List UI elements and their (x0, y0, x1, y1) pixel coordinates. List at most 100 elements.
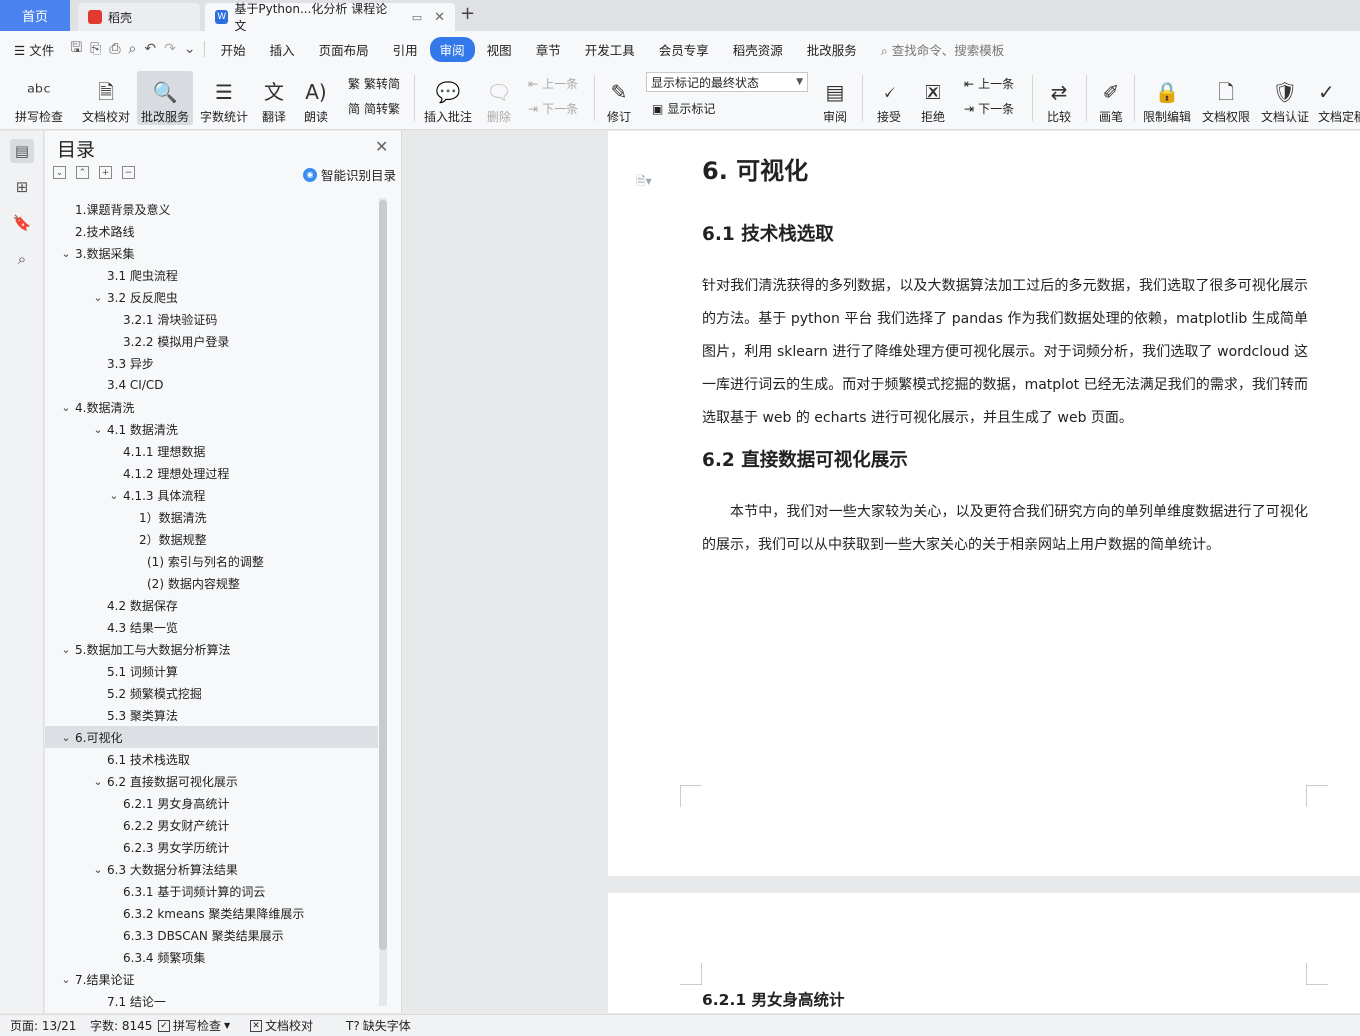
toc-item[interactable]: 3.2.2 模拟用户登录 (45, 330, 378, 352)
toc-item[interactable]: 1.课题背景及意义 (45, 198, 378, 220)
menu-review-service[interactable]: 批改服务 (795, 40, 869, 59)
tab-home[interactable]: 首页 (0, 0, 70, 31)
translate-button[interactable]: 文翻译 (256, 71, 292, 125)
doc-final-button[interactable]: ✓ 文档定稿 (1318, 71, 1360, 125)
toc-item[interactable]: 1）数据清洗 (45, 506, 378, 528)
undo-icon[interactable]: ↶ (140, 41, 160, 57)
toc-item[interactable]: ⌄ 6.3 大数据分析算法结果 (45, 858, 378, 880)
paragraph-tech-stack[interactable]: 针对我们清洗获得的多列数据，以及大数据算法加工过后的多元数据，我们选取了很多可视… (702, 270, 1308, 435)
save-icon[interactable]: 🖫 (66, 37, 86, 61)
chapter-nav-icon[interactable]: ⊞ (10, 175, 34, 199)
menu-devtools[interactable]: 开发工具 (573, 40, 647, 59)
chevron-down-icon[interactable]: ⌄ (59, 401, 73, 414)
toc-item[interactable]: 3.3 异步 (45, 352, 378, 374)
read-aloud-button[interactable]: A) 朗读 (298, 71, 334, 125)
heading-6-1[interactable]: 6.1 技术栈选取 (702, 220, 834, 246)
doc-permission-button[interactable]: 🗋 文档权限 (1199, 71, 1253, 125)
review-pane-button[interactable]: ▤ 审阅 (816, 71, 854, 125)
toc-item[interactable]: 4.3 结果一览 (45, 616, 378, 638)
preview-icon[interactable]: ⌕ (125, 41, 141, 57)
toc-item[interactable]: 4.1.1 理想数据 (45, 440, 378, 462)
menu-layout[interactable]: 页面布局 (307, 40, 381, 59)
status-spellcheck[interactable]: ✓ 拼写检查 ▼ (158, 1017, 230, 1034)
window-icon[interactable]: ▭ (412, 11, 422, 24)
prev-change-button[interactable]: ⇤ 上一条 (964, 75, 1014, 92)
doc-certify-button[interactable]: 🛡 文档认证 (1258, 71, 1312, 125)
compare-button[interactable]: ⇄ 比较 (1040, 71, 1078, 125)
toc-item[interactable]: 6.2.2 男女财产统计 (45, 814, 378, 836)
toc-nav-icon[interactable]: ▤ (10, 139, 34, 163)
file-menu[interactable]: ☰ 文件 (0, 40, 66, 59)
missing-font-button[interactable]: T? 缺失字体 (346, 1017, 411, 1034)
command-search[interactable]: ⌕ 查找命令、搜索模板 (869, 40, 1017, 59)
review-service-button[interactable]: 🔍 批改服务 (137, 71, 193, 125)
restrict-edit-button[interactable]: 🔒 限制编辑 (1140, 71, 1194, 125)
menu-insert[interactable]: 插入 (258, 40, 307, 59)
menu-daoke-resources[interactable]: 稻壳资源 (721, 40, 795, 59)
toc-item[interactable]: 3.2.1 滑块验证码 (45, 308, 378, 330)
paragraph-menu-icon[interactable]: 🗎▾ (636, 172, 652, 193)
toc-item[interactable]: ⌄ 5.数据加工与大数据分析算法 (45, 638, 378, 660)
show-markup-button[interactable]: ▣ 显示标记 (652, 100, 715, 117)
redo-icon[interactable]: ↷ (160, 41, 180, 57)
toc-item[interactable]: 3.4 CI/CD (45, 374, 378, 396)
toc-item[interactable]: 2.技术路线 (45, 220, 378, 242)
toc-item[interactable]: 6.3.3 DBSCAN 聚类结果展示 (45, 924, 378, 946)
toc-item[interactable]: (2) 数据内容规整 (45, 572, 378, 594)
smart-toc-button[interactable]: ◉ 智能识别目录 (303, 165, 396, 184)
toc-item[interactable]: (1) 索引与列名的调整 (45, 550, 378, 572)
doc-check-button[interactable]: 🗎 文档校对 (78, 71, 134, 125)
toc-item[interactable]: 6.1 技术栈选取 (45, 748, 378, 770)
toc-item[interactable]: ⌄ 4.1 数据清洗 (45, 418, 378, 440)
toc-item[interactable]: 7.1 结论一 (45, 990, 378, 1009)
paragraph-direct-visualization[interactable]: 本节中，我们对一些大家较为关心，以及更符合我们研究方向的单列单维度数据进行了可视… (702, 496, 1308, 562)
more-icon[interactable]: ⌄ (180, 41, 200, 57)
search-icon[interactable]: ⌕ (10, 247, 34, 271)
chevron-down-icon[interactable]: ⌄ (59, 731, 73, 744)
toc-item[interactable]: 5.2 频繁模式挖掘 (45, 682, 378, 704)
prev-comment-button[interactable]: ⇤ 上一条 (528, 75, 578, 92)
menu-start[interactable]: 开始 (209, 40, 258, 59)
toc-item[interactable]: 6.3.2 kmeans 聚类结果降维展示 (45, 902, 378, 924)
menu-chapter[interactable]: 章节 (524, 40, 573, 59)
insert-comment-button[interactable]: 💬 插入批注 (420, 71, 476, 125)
chevron-down-icon[interactable]: ⌄ (91, 775, 105, 788)
toc-item[interactable]: 5.1 词频计算 (45, 660, 378, 682)
close-tab-icon[interactable]: ✕ (434, 10, 445, 25)
page-indicator[interactable]: 页面: 13/21 (10, 1017, 76, 1034)
tab-daoke[interactable]: 稻壳 (78, 3, 200, 31)
add-level-icon[interactable]: + (99, 166, 112, 179)
toc-item[interactable]: 6.3.1 基于词频计算的词云 (45, 880, 378, 902)
chevron-down-icon[interactable]: ⌄ (91, 291, 105, 304)
print-icon[interactable]: ⎙ (105, 41, 124, 57)
menu-member[interactable]: 会员专享 (647, 40, 721, 59)
toc-item[interactable]: 6.3.4 频繁项集 (45, 946, 378, 968)
toc-item[interactable]: ⌄ 7.结果论证 (45, 968, 378, 990)
to-traditional-button[interactable]: 繁繁转简 (348, 75, 400, 92)
pen-button[interactable]: ✐ 画笔 (1094, 71, 1128, 125)
close-icon[interactable]: ✕ (375, 137, 388, 156)
toc-item[interactable]: 2）数据规整 (45, 528, 378, 550)
chevron-down-icon[interactable]: ⌄ (59, 247, 73, 260)
reject-button[interactable]: 🗷 拒绝 (914, 71, 952, 125)
expand-up-icon[interactable]: ⌃ (76, 166, 89, 179)
next-comment-button[interactable]: ⇥ 下一条 (528, 100, 578, 117)
chevron-down-icon[interactable]: ⌄ (91, 863, 105, 876)
chevron-down-icon[interactable]: ⌄ (59, 643, 73, 656)
toc-item[interactable]: 6.2.1 男女身高统计 (45, 792, 378, 814)
word-count-button[interactable]: ☰ 字数统计 (197, 71, 251, 125)
toc-item[interactable]: ⌄ 3.2 反反爬虫 (45, 286, 378, 308)
toc-item[interactable]: ⌄ 4.数据清洗 (45, 396, 378, 418)
chevron-down-icon[interactable]: ⌄ (107, 489, 121, 502)
toc-item[interactable]: ⌄ 6.可视化 (45, 726, 378, 748)
toc-item[interactable]: 4.2 数据保存 (45, 594, 378, 616)
accept-button[interactable]: 🗸 接受 (870, 71, 908, 125)
chevron-down-icon[interactable]: ⌄ (91, 423, 105, 436)
heading-1[interactable]: 6. 可视化 (702, 151, 808, 186)
toc-item[interactable]: ⌄ 3.数据采集 (45, 242, 378, 264)
menu-reference[interactable]: 引用 (381, 40, 430, 59)
next-change-button[interactable]: ⇥ 下一条 (964, 100, 1014, 117)
menu-view[interactable]: 视图 (475, 40, 524, 59)
bookmark-icon[interactable]: 🔖 (10, 211, 34, 235)
toc-scroll-thumb[interactable] (379, 200, 387, 950)
